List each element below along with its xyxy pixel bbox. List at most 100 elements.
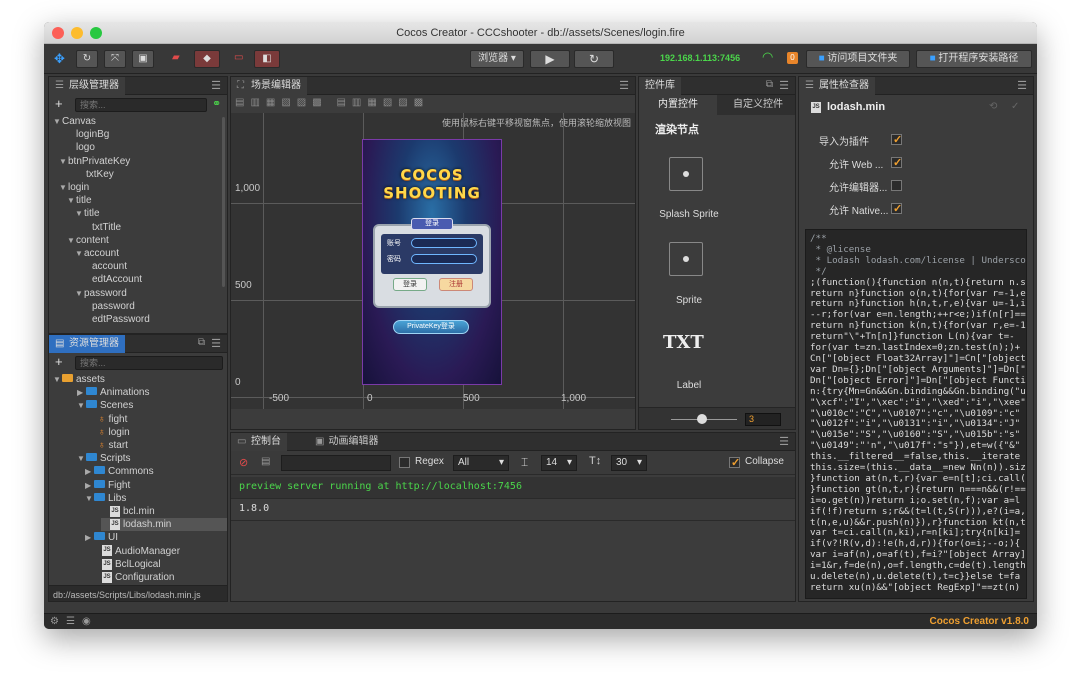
close-window-button[interactable]: [52, 27, 64, 39]
link-icon[interactable]: ⚭: [212, 97, 221, 110]
chevron-down-icon[interactable]: ▼: [85, 492, 94, 505]
panel-menu-icon[interactable]: ☰: [211, 79, 221, 92]
property-checkbox[interactable]: [891, 133, 902, 146]
chevron-right-icon[interactable]: ▶: [77, 386, 86, 399]
asset-folder[interactable]: ▶ Fight: [85, 479, 130, 492]
preview-3d-button[interactable]: ◧: [254, 50, 280, 68]
chevron-right-icon[interactable]: ▶: [85, 479, 94, 492]
rotate-tool-button[interactable]: ↻: [76, 50, 98, 68]
tab-builtin-widgets[interactable]: 内置控件: [639, 95, 717, 115]
browser-select[interactable]: 浏览器 ▾: [470, 50, 524, 68]
hierarchy-search-input[interactable]: 搜索...: [75, 98, 207, 112]
asset-file[interactable]: ♁ fight: [89, 413, 127, 426]
password-input[interactable]: [411, 254, 477, 264]
open-install-path-button[interactable]: ■ 打开程序安装路径: [916, 50, 1032, 68]
hierarchy-node[interactable]: edtAccount: [83, 273, 142, 286]
font-size-select[interactable]: 14 ▾: [541, 455, 577, 471]
hierarchy-node[interactable]: loginBg: [67, 128, 109, 141]
privatekey-login-button[interactable]: PrivateKey登录: [393, 320, 469, 334]
popout-icon[interactable]: ⧉: [198, 337, 205, 348]
asset-file[interactable]: ♁ start: [89, 439, 128, 452]
revert-icon[interactable]: ⟲: [989, 101, 997, 112]
add-asset-icon[interactable]: +: [55, 354, 63, 369]
apply-icon[interactable]: ✓: [1011, 101, 1019, 112]
asset-folder[interactable]: ▼ assets: [53, 373, 105, 386]
scale-tool-button[interactable]: ⤧: [104, 50, 126, 68]
asset-file[interactable]: JS BclLogical: [93, 558, 161, 571]
chevron-down-icon[interactable]: ▼: [59, 155, 68, 168]
move-tool-icon[interactable]: ✥: [54, 51, 65, 67]
asset-folder[interactable]: ▶ Animations: [77, 386, 149, 399]
chevron-down-icon[interactable]: ▼: [75, 247, 84, 260]
asset-folder[interactable]: ▶ UI: [85, 531, 118, 544]
hierarchy-node[interactable]: ▼title: [75, 207, 100, 220]
asset-file[interactable]: JS Configuration: [93, 571, 174, 584]
chevron-down-icon[interactable]: ▼: [77, 452, 86, 465]
minimize-window-button[interactable]: [71, 27, 83, 39]
zoom-slider-handle[interactable]: [697, 414, 707, 424]
property-checkbox[interactable]: [891, 180, 902, 191]
assets-search-input[interactable]: 搜索...: [75, 356, 223, 370]
hierarchy-node[interactable]: ▼Canvas: [53, 115, 96, 128]
chevron-right-icon[interactable]: ▶: [85, 465, 94, 478]
local-pivot-icon[interactable]: ▰: [172, 52, 180, 63]
chevron-right-icon[interactable]: ▶: [85, 531, 94, 544]
panel-menu-icon[interactable]: ☰: [779, 435, 789, 448]
hierarchy-node[interactable]: edtPassword: [83, 313, 150, 326]
notification-badge[interactable]: 0: [787, 52, 798, 64]
console-tab[interactable]: ▭ 控制台: [231, 433, 287, 451]
chevron-down-icon[interactable]: ▼: [53, 115, 62, 128]
panel-menu-icon[interactable]: ☰: [619, 79, 629, 92]
collapse-checkbox[interactable]: [729, 456, 740, 469]
line-height-select[interactable]: 30 ▾: [611, 455, 647, 471]
game-canvas[interactable]: COCOS SHOOTING 登录 账号 密码 登录 注册 PrivateKey…: [362, 139, 502, 385]
hierarchy-node[interactable]: ▼login: [59, 181, 89, 194]
inspector-tab[interactable]: ☰ 属性检查器: [799, 77, 875, 95]
chevron-down-icon[interactable]: ▼: [59, 181, 68, 194]
panel-menu-icon[interactable]: ☰: [211, 337, 221, 350]
hierarchy-node[interactable]: ▼content: [67, 234, 109, 247]
regex-checkbox[interactable]: [399, 457, 410, 468]
animation-tab[interactable]: ▣ 动画编辑器: [315, 433, 378, 451]
chevron-down-icon[interactable]: ▼: [77, 399, 86, 412]
hierarchy-node[interactable]: password: [83, 300, 135, 313]
label-widget-icon[interactable]: TXT: [663, 332, 704, 353]
visibility-icon[interactable]: ◉: [82, 616, 91, 627]
hierarchy-node[interactable]: logo: [67, 141, 95, 154]
hierarchy-node[interactable]: ▼account: [75, 247, 119, 260]
open-project-folder-button[interactable]: ■ 访问项目文件夹: [806, 50, 910, 68]
zoom-input[interactable]: 3: [745, 413, 781, 426]
asset-folder[interactable]: ▼ Libs: [85, 492, 126, 505]
panel-menu-icon[interactable]: ☰: [1017, 79, 1027, 92]
rect-tool-button[interactable]: ▣: [132, 50, 154, 68]
scene-viewport[interactable]: 使用鼠标右键平移视窗焦点，使用滚轮缩放视图 1,000 500 0 -500 0…: [231, 113, 635, 409]
hierarchy-node[interactable]: txtTitle: [83, 221, 121, 234]
chevron-down-icon[interactable]: ▼: [67, 194, 76, 207]
hierarchy-node[interactable]: txtKey: [77, 168, 114, 181]
add-node-icon[interactable]: +: [55, 96, 63, 111]
chevron-down-icon[interactable]: ▼: [75, 287, 84, 300]
widget-tab[interactable]: 控件库: [639, 77, 681, 95]
sprite-icon[interactable]: [669, 242, 703, 276]
property-checkbox[interactable]: [891, 202, 902, 215]
align-tools[interactable]: ▤▥▦▧▨▩ ▤▥▦▧▨▩: [235, 97, 429, 111]
zoom-window-button[interactable]: [90, 27, 102, 39]
clear-console-icon[interactable]: ⊘: [239, 456, 248, 469]
hierarchy-tab[interactable]: ☰ 层级管理器: [49, 77, 125, 95]
hierarchy-node[interactable]: ▼btnPrivateKey: [59, 155, 130, 168]
chevron-down-icon[interactable]: ▼: [67, 234, 76, 247]
code-preview[interactable]: /** * @license * Lodash lodash.com/licen…: [805, 229, 1027, 599]
play-button[interactable]: ▶: [530, 50, 570, 68]
hierarchy-node[interactable]: ▼title: [67, 194, 92, 207]
settings-icon[interactable]: ⚙: [50, 616, 59, 627]
asset-file[interactable]: JS AudioManager: [93, 545, 180, 558]
account-input[interactable]: [411, 238, 477, 248]
panel-menu-icon[interactable]: ☰: [779, 79, 789, 92]
preview-2d-icon[interactable]: ▭: [234, 52, 243, 63]
game-login-button[interactable]: 登录: [393, 278, 427, 291]
hierarchy-scrollbar[interactable]: [222, 117, 225, 287]
splash-sprite-icon[interactable]: [669, 157, 703, 191]
game-register-button[interactable]: 注册: [439, 278, 473, 291]
popout-icon[interactable]: ⧉: [766, 79, 773, 90]
asset-folder[interactable]: ▼ Scenes: [77, 399, 133, 412]
